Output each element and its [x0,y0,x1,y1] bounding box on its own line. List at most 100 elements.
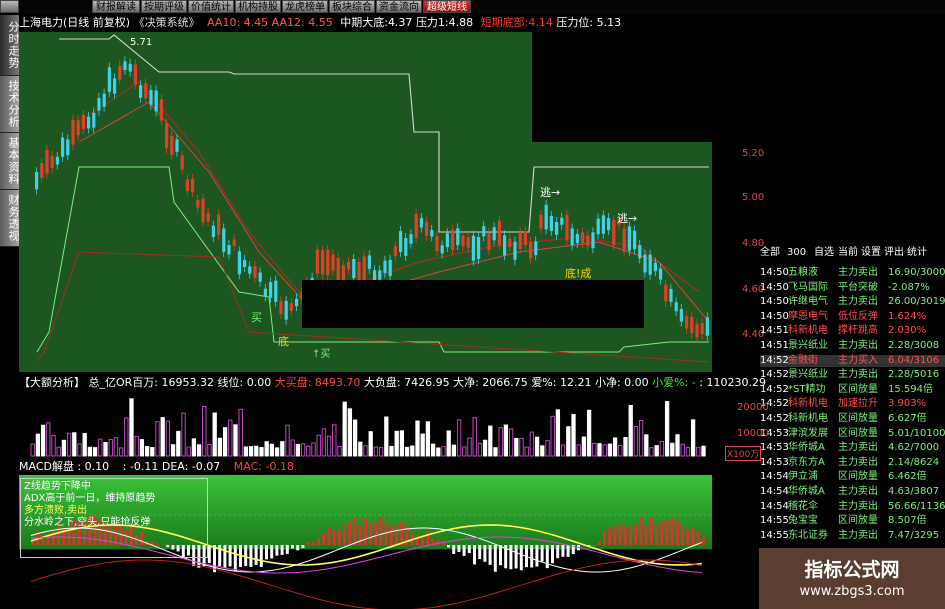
alert-tab-current[interactable]: 当前 [838,247,858,259]
alert-action: 区间放量 [838,515,878,527]
macd-note: 分水岭之下,空头,只能抢反弹 [24,517,151,528]
tab-technical[interactable]: 技术分析 [0,76,20,133]
toolbar-button-rating[interactable]: 按期评级 [141,0,187,13]
toolbar-button-super-short[interactable]: 超级短线 [423,0,471,13]
alert-value: -2.087% [888,281,930,293]
alert-value: 2.28/3008 [888,340,940,351]
macd-a: : 0.10 [77,460,110,473]
alert-time: 14:52 [760,354,789,366]
alert-value: 6.627倍 [888,413,927,424]
tab-fundamental[interactable]: 基本资料 [0,133,20,190]
alert-tab-stats[interactable]: 统计 [907,247,927,259]
alert-value: 15.594倍 [888,383,933,395]
alert-time: 14:55 [760,529,789,541]
alert-action: 主力卖出 [838,296,878,308]
alert-row[interactable]: 14:51 科新机电 撑杆跳高 2.030% [760,325,945,337]
aa12-value: AA12: 4.55 [271,16,333,29]
alert-row[interactable]: 14:50 摩恩电气 低位反弹 1.624% [760,311,945,323]
alert-time: 14:50 [760,310,789,322]
alert-action: 主力卖出 [838,369,878,381]
alert-row[interactable]: 14:50 许继电气 主力卖出 26.00/3019 [760,296,945,308]
macd-notes-box: Z线趋势下降中 ADX高于前一日，维持原趋势 多方溃败,卖出 分水岭之下,空头,… [20,478,208,558]
alert-tab-300[interactable]: 300 [787,247,806,259]
bottom-label: 底 [278,335,289,348]
alert-name: 景兴纸业 [788,340,828,351]
alert-row[interactable]: 14:54 伊立浦 区间放量 6.462倍 [760,471,945,483]
alert-row[interactable]: 14:50 飞马国际 平台突破 -2.087% [760,282,945,294]
alert-row[interactable]: 14:54 稽花伞 主力卖出 56.66/1136 [760,501,945,513]
alert-row[interactable]: 14:54 华侨城A 主力卖出 4.63/3807 [760,486,945,498]
alert-row[interactable]: 14:53 京东方A 主力卖出 2.14/8624 [760,457,945,469]
toolbar-button-value[interactable]: 价值统计 [188,0,234,13]
alert-name: 飞马国际 [788,281,828,293]
macd-dea: DEA: -0.07 [161,460,221,473]
alert-action: 低位反弹 [838,310,878,322]
alert-value: 7.47/3295 [888,529,940,541]
buy-arrow-label: ↑买 [312,349,331,360]
toolbar-button-blank[interactable] [0,0,19,13]
alert-time: 14:54 [760,471,789,483]
alert-row[interactable]: 14:52 科新机电 区间放量 6.627倍 [760,413,945,425]
toolbar-button-capital-flow[interactable]: 资金流向 [376,0,422,13]
alert-value: 2.14/8624 [888,456,940,468]
toolbar-button-sector[interactable]: 板块综合 [329,0,375,13]
alert-time: 14:50 [760,267,789,278]
alert-row[interactable]: 14:55 兔宝宝 区间放量 8.507倍 [760,515,945,527]
alert-time: 14:50 [760,296,789,308]
alert-row[interactable]: 14:52 科新机电 加速拉升 3.903% [760,398,945,410]
pressure-level: 压力位: 5.13 [556,16,622,29]
alert-action: 撑杆跳高 [838,325,878,337]
alert-time: 14:55 [760,515,789,527]
alert-tab-all[interactable]: 全部 [760,247,780,259]
alert-tab-watchlist[interactable]: 自选 [814,247,834,259]
volume-chart[interactable] [19,390,712,458]
alert-row[interactable]: 14:53 津滨发展 区间放量 5.01/10100 [760,428,945,440]
alert-value: 2.030% [888,325,927,337]
short-bottom-value: 4.14 [528,16,553,29]
alert-tab-settings[interactable]: 设置 [861,247,881,259]
alert-time: 14:53 [760,442,789,454]
toolbar-button-institution[interactable]: 机构持股 [235,0,281,13]
alert-row[interactable]: 14:55 东北证券 主力卖出 7.47/3295 [760,530,945,542]
mid-bottom-value: 4.37 [387,16,413,29]
alert-row[interactable]: 14:52 *ST精功 区间放量 15.594倍 [760,384,945,396]
alert-tab-rate[interactable]: 评出 [884,247,904,259]
alert-action: 主力卖出 [838,442,878,454]
alert-action: 主力卖出 [838,486,878,497]
alert-value: 4.62/7000 [888,442,940,454]
alert-value: 16.90/3000 [888,267,945,278]
price-tick: 5.20 [742,148,765,159]
alert-row[interactable]: 14:50 五粮液 主力卖出 16.90/3000 [760,267,945,279]
alert-row[interactable]: 14:52 金融街 主力买入 6.04/3106 [760,354,945,367]
alert-name: 兔宝宝 [788,515,818,527]
alert-time: 14:54 [760,486,789,497]
alert-time: 14:52 [760,413,789,424]
alert-row[interactable]: 14:51 景兴纸业 主力卖出 2.28/3008 [760,340,945,352]
volume-ratio: 爱%: 12.21 [531,376,592,389]
toolbar-button-report[interactable]: 财报解读 [92,0,140,13]
alert-row[interactable]: 14:52 景兴纸业 主力卖出 2.28/5016 [760,369,945,381]
price-tick: 5.00 [742,192,765,203]
alert-value: 2.28/5016 [888,369,940,381]
volume-axis-tick: 20000 [737,402,769,413]
alert-name: 科新机电 [788,413,828,424]
volume-total: 总_亿OR百万: 16953.32 [88,376,215,389]
alert-time: 14:51 [760,340,789,351]
alert-value: 8.507倍 [888,515,927,527]
alert-time: 14:51 [760,325,789,337]
alert-value: 6.04/3106 [888,354,940,366]
tab-financial[interactable]: 财务透视 [0,190,20,247]
alert-name: 科新机电 [788,325,828,337]
alert-value: 26.00/3019 [888,296,945,308]
tab-intraday[interactable]: 分时走势 [0,15,20,76]
sell-signal-2: 逃→ [617,212,638,225]
peak-label: 5.71 [130,37,153,48]
alert-action: 区间放量 [838,383,878,395]
stock-title: 上海电力(日线 前复权) [19,16,131,29]
alert-time: 14:54 [760,500,789,512]
alert-name: 金融街 [788,354,818,366]
toolbar-button-dragon-tiger[interactable]: 龙虎榜单 [282,0,328,13]
alert-value: 4.63/3807 [888,486,940,497]
alert-row[interactable]: 14:53 华侨城A 主力卖出 4.62/7000 [760,442,945,454]
volume-small-pct: 小爱%: - [652,376,696,389]
